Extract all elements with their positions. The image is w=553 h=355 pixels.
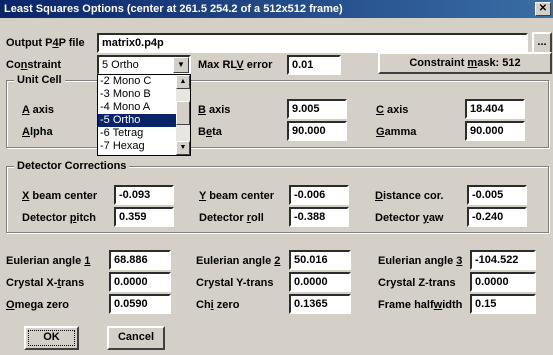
halfwidth-label: Frame halfwidth: [378, 299, 463, 311]
euler2-input[interactable]: 50.016: [289, 250, 351, 270]
beta-input[interactable]: 90.000: [287, 121, 347, 141]
constraint-option-selected[interactable]: -5 Ortho: [98, 114, 176, 127]
close-icon: ✕: [538, 3, 548, 14]
constraint-option[interactable]: -2 Mono C: [98, 75, 176, 88]
roll-input[interactable]: -0.388: [289, 207, 349, 227]
scroll-up-icon[interactable]: ▲: [176, 75, 190, 89]
close-button[interactable]: ✕: [535, 2, 551, 16]
halfwidth-input[interactable]: 0.15: [470, 294, 536, 314]
yaw-label: Detector yaw: [375, 212, 444, 224]
chevron-down-icon[interactable]: ▼: [173, 57, 189, 73]
b-axis-input[interactable]: 9.005: [287, 99, 347, 119]
roll-label: Detector roll: [199, 212, 264, 224]
max-rlv-label: Max RLV error: [198, 59, 273, 71]
euler3-label: Eulerian angle 3: [378, 255, 463, 267]
omega-input[interactable]: 0.0590: [109, 294, 171, 314]
crystal-x-label: Crystal X-trans: [6, 277, 85, 289]
euler1-input[interactable]: 68.886: [109, 250, 171, 270]
alpha-label: Alpha: [22, 126, 53, 138]
dropdown-scrollbar[interactable]: ▲ ▼: [176, 75, 190, 155]
constraint-value: 5 Ortho: [102, 59, 139, 71]
yaw-input[interactable]: -0.240: [467, 207, 527, 227]
crystal-y-label: Crystal Y-trans: [196, 277, 274, 289]
a-axis-label: A axis: [22, 104, 55, 116]
pitch-label: Detector pitch: [22, 212, 96, 224]
pitch-input[interactable]: 0.359: [114, 207, 174, 227]
crystal-z-label: Crystal Z-trans: [378, 277, 456, 289]
chi-label: Chi zero: [196, 299, 240, 311]
gamma-input[interactable]: 90.000: [465, 121, 525, 141]
crystal-x-input[interactable]: 0.0000: [109, 272, 171, 292]
c-axis-label: C axis: [376, 104, 409, 116]
ok-button[interactable]: OK: [24, 326, 79, 350]
euler2-label: Eulerian angle 2: [196, 255, 281, 267]
y-beam-label: Y beam center: [199, 190, 275, 202]
detector-title: Detector Corrections: [14, 159, 130, 173]
constraint-combobox[interactable]: 5 Ortho ▼: [97, 55, 191, 75]
window-title: Least Squares Options (center at 261.5 2…: [4, 3, 343, 15]
unit-cell-title: Unit Cell: [14, 73, 65, 87]
euler1-label: Eulerian angle 1: [6, 255, 91, 267]
constraint-option[interactable]: -3 Mono B: [98, 88, 176, 101]
constraint-options: -2 Mono C -3 Mono B -4 Mono A -5 Ortho -…: [98, 75, 176, 153]
crystal-y-input[interactable]: 0.0000: [289, 272, 351, 292]
x-beam-label: X beam center: [22, 190, 98, 202]
title-bar: Least Squares Options (center at 261.5 2…: [0, 0, 553, 18]
constraint-label: Constraint: [6, 59, 62, 71]
output-file-label: Output P4P file: [6, 37, 85, 49]
scroll-thumb[interactable]: [176, 101, 190, 125]
output-file-input[interactable]: matrix0.p4p: [97, 33, 528, 53]
constraint-option[interactable]: -7 Hexag: [98, 140, 176, 153]
constraint-dropdown[interactable]: -2 Mono C -3 Mono B -4 Mono A -5 Ortho -…: [97, 74, 191, 156]
distance-label: Distance cor.: [375, 190, 444, 202]
c-axis-input[interactable]: 18.404: [465, 99, 525, 119]
crystal-z-input[interactable]: 0.0000: [470, 272, 536, 292]
constraint-option[interactable]: -4 Mono A: [98, 101, 176, 114]
max-rlv-input[interactable]: 0.01: [287, 55, 341, 75]
cancel-button[interactable]: Cancel: [107, 326, 165, 350]
x-beam-input[interactable]: -0.093: [114, 185, 174, 205]
b-axis-label: B axis: [198, 104, 231, 116]
browse-button[interactable]: ...: [532, 32, 552, 54]
omega-label: Omega zero: [6, 299, 69, 311]
beta-label: Beta: [198, 126, 222, 138]
chi-input[interactable]: 0.1365: [289, 294, 351, 314]
constraint-mask-button[interactable]: Constraint mask: 512: [378, 52, 552, 74]
y-beam-input[interactable]: -0.006: [289, 185, 349, 205]
constraint-option[interactable]: -6 Tetrag: [98, 127, 176, 140]
distance-input[interactable]: -0.005: [467, 185, 527, 205]
gamma-label: Gamma: [376, 126, 417, 138]
euler3-input[interactable]: -104.522: [470, 250, 536, 270]
scroll-down-icon[interactable]: ▼: [176, 141, 190, 155]
